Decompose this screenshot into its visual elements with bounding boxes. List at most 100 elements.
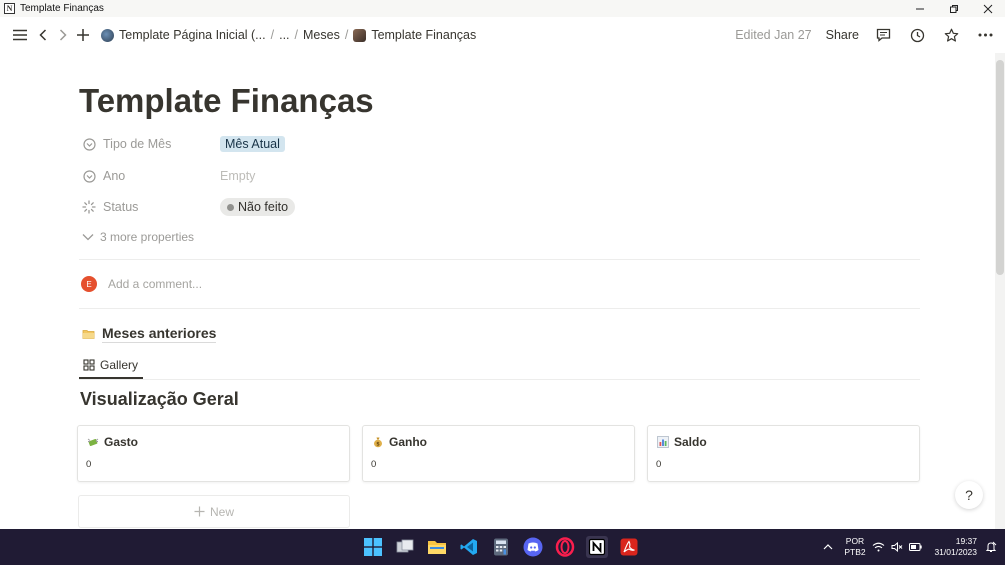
start-button[interactable] [362,536,384,558]
restore-icon [950,4,958,13]
window-title: Template Finanças [20,3,104,14]
file-explorer-button[interactable] [426,536,448,558]
taskbar-apps [362,529,640,565]
chevron-circle-icon [82,137,96,151]
clock-icon [910,28,924,42]
card-title-text: Gasto [104,435,139,449]
updates-button[interactable] [907,25,927,45]
tab-label: Gallery [100,357,139,372]
scrollbar-thumb[interactable] [996,60,1004,275]
breadcrumb-separator: / [294,28,298,42]
breadcrumb-label: Template Página Inicial (... [119,28,266,42]
section-heading[interactable]: Visualização Geral [80,389,239,410]
acrobat-button[interactable] [618,536,640,558]
breadcrumb-item-meses[interactable]: Meses [303,28,340,42]
window-titlebar: N Template Finanças [0,0,1005,17]
language-indicator[interactable]: POR PTB2 [841,536,869,558]
quick-settings-button[interactable] [869,542,925,552]
keyboard-layout: PTB2 [844,547,866,557]
plus-icon [77,29,89,41]
notion-icon [588,538,606,556]
notifications-button[interactable] [977,541,1005,553]
chevron-up-icon [823,544,833,550]
help-button[interactable]: ? [955,481,983,509]
vscode-button[interactable] [458,536,480,558]
breadcrumb-label: ... [279,28,290,42]
property-ano[interactable]: Ano Empty [82,165,255,187]
back-button[interactable] [33,25,53,45]
property-tipo-de-mes[interactable]: Tipo de Mês Mês Atual [82,133,285,155]
share-button[interactable]: Share [826,28,859,42]
globe-icon [101,28,114,42]
chevron-down-icon [82,234,94,241]
card-title: Gasto [87,435,138,449]
property-name: Tipo de Mês [103,137,172,151]
opera-gx-button[interactable] [554,536,576,558]
comment-input[interactable]: Add a comment... [108,277,202,291]
breadcrumb-label: Meses [303,28,340,42]
breadcrumb-item-ellipsis[interactable]: ... [279,28,289,42]
card-title: $ Ganho [372,435,427,449]
windows-logo-icon [364,538,382,556]
money-bag-icon: $ [374,437,382,448]
wifi-icon [872,542,885,552]
discord-icon [523,537,543,557]
forward-button[interactable] [53,25,73,45]
edited-timestamp: Edited Jan 27 [735,28,812,42]
tab-gallery[interactable]: Gallery [79,352,144,379]
gallery-card-gasto[interactable]: Gasto 0 [77,425,350,482]
discord-button[interactable] [522,536,544,558]
clock-date: 31/01/2023 [934,547,977,557]
loading-spinner-icon [82,200,96,214]
card-title-text: Ganho [389,435,427,449]
comment-input-row[interactable]: E Add a comment... [81,276,202,292]
star-icon [944,28,958,42]
window-controls [903,0,1005,17]
gallery-grid-icon [83,358,95,371]
minimize-button[interactable] [903,0,937,17]
empty-value[interactable]: Empty [220,169,255,183]
property-status[interactable]: Status Não feito [82,196,296,218]
close-icon [983,4,993,13]
breadcrumb-label: Template Finanças [371,28,477,42]
gallery-card-ganho[interactable]: $ Ganho 0 [362,425,635,482]
new-card-label: New [209,504,234,519]
comments-button[interactable] [873,25,893,45]
database-title[interactable]: Meses anteriores [82,325,217,343]
task-view-button[interactable] [394,536,416,558]
tray-overflow-button[interactable] [815,544,841,550]
restore-button[interactable] [937,0,971,17]
more-options-button[interactable] [975,25,995,45]
chevron-circle-icon [82,169,96,183]
breadcrumb-item-home[interactable]: Template Página Inicial (... [101,28,266,42]
new-card-button[interactable]: New [78,495,350,528]
notion-taskbar-button[interactable] [586,536,608,558]
taskbar-clock[interactable]: 19:37 31/01/2023 [925,536,977,558]
close-button[interactable] [971,0,1005,17]
status-badge[interactable]: Não feito [220,198,296,216]
breadcrumb-separator: / [270,28,275,42]
sidebar-toggle-button[interactable] [10,25,30,45]
money-with-wings-icon [87,438,99,446]
breadcrumb: Template Página Inicial (... / ... / Mes… [101,28,476,42]
calculator-button[interactable] [490,536,512,558]
task-view-icon [396,539,414,553]
battery-icon [909,543,922,551]
card-value: 0 [371,459,377,470]
divider [79,259,920,260]
minimize-icon [916,8,924,9]
bar-chart-icon [657,436,669,448]
more-properties-toggle[interactable]: 3 more properties [82,230,194,244]
property-name: Ano [103,169,126,183]
volume-muted-icon [891,542,903,552]
card-title-text: Saldo [674,435,707,449]
new-page-button[interactable] [73,25,93,45]
favorite-button[interactable] [941,25,961,45]
gallery-card-saldo[interactable]: Saldo 0 [647,425,920,482]
breadcrumb-item-current[interactable]: Template Finanças [353,28,476,42]
page-title[interactable]: Template Finanças [79,82,374,120]
select-tag[interactable]: Mês Atual [220,136,285,152]
chevron-left-icon [39,29,47,41]
pdf-icon [620,538,638,556]
svg-text:$: $ [376,442,380,448]
